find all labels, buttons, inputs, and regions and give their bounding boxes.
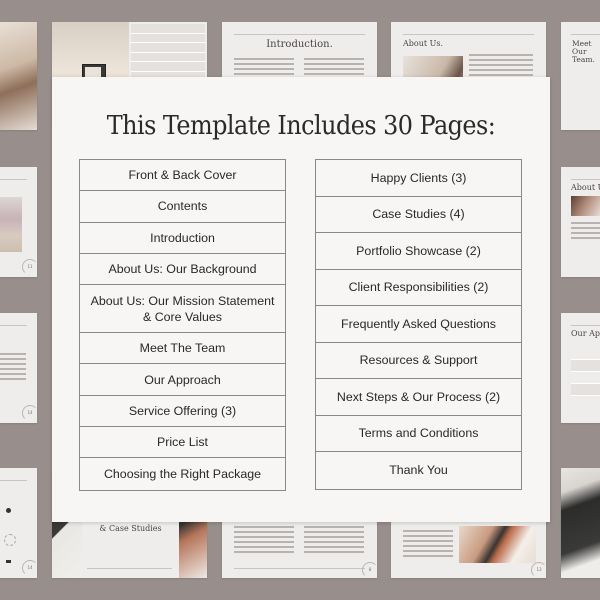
card-title: This Template Includes 30 Pages:	[106, 111, 496, 141]
thumb-title: About U	[571, 183, 600, 192]
thumb-right-4	[561, 468, 600, 578]
thumb-about-right: About U	[561, 167, 600, 277]
page-item: Resources & Support	[316, 343, 521, 379]
text-lines	[403, 530, 453, 560]
photo-glasses-notebook	[561, 468, 600, 578]
page-item: Our Approach	[80, 364, 285, 396]
page-item: Terms and Conditions	[316, 416, 521, 452]
page-number: 13	[531, 562, 546, 578]
page-item: Portfolio Showcase (2)	[316, 233, 521, 270]
divider	[0, 480, 27, 481]
thumb-cover-photo	[0, 22, 37, 130]
page-number: 8	[362, 562, 377, 578]
text-lines	[0, 353, 26, 383]
photo-hands	[571, 196, 600, 216]
page-item: Choosing the Right Package	[103, 467, 262, 482]
page-item: About Us: Our Mission Statement & Core V…	[80, 285, 285, 334]
page-item: Price List	[80, 427, 285, 459]
text-lines	[571, 222, 600, 242]
thumb-title: About Us.	[403, 39, 444, 48]
text-lines	[469, 54, 533, 79]
page-item: Happy Clients (3)	[316, 160, 521, 197]
page-item: Case Studies (4)	[316, 197, 521, 233]
photo-flatlay	[0, 197, 22, 252]
divider	[234, 34, 365, 35]
thumb-left-3: 14	[0, 313, 37, 423]
text-lines	[304, 526, 364, 556]
photo-women-working	[0, 22, 37, 130]
page-item: Thank You	[389, 463, 448, 478]
thumb-title: & Case Studies	[99, 524, 162, 533]
divider	[0, 179, 27, 180]
divider	[87, 568, 172, 569]
thumb-left-2: 11	[0, 167, 37, 277]
page-item: Meet The Team	[80, 333, 285, 365]
page-number: 11	[22, 259, 37, 275]
divider	[571, 325, 600, 326]
thumb-title: Our Ap	[571, 329, 600, 338]
thumb-title: Introduction.	[266, 39, 333, 50]
page-item: Next Steps & Our Process (2)	[316, 379, 521, 416]
page-item: Front & Back Cover	[80, 160, 285, 192]
text-lines	[234, 526, 294, 556]
page-item: Client Responsibilities (2)	[316, 270, 521, 306]
divider	[403, 34, 534, 35]
page-item: Contents	[80, 191, 285, 223]
thumb-approach: Our Ap	[561, 313, 600, 423]
photo-phone	[459, 526, 536, 563]
divider	[571, 179, 600, 180]
page-item: Frequently Asked Questions	[316, 306, 521, 343]
thumb-left-4: 14	[0, 468, 37, 578]
page-number: 14	[22, 560, 37, 576]
thumb-meet-team: Meet Our Team.	[561, 22, 600, 130]
page-item: About Us: Our Background	[80, 254, 285, 286]
mini-approach-list	[571, 348, 600, 396]
template-pages-card: This Template Includes 30 Pages: Front &…	[52, 77, 550, 522]
page-item: Service Offering (3)	[80, 396, 285, 428]
divider	[571, 34, 600, 35]
page-number: 14	[22, 405, 37, 421]
pages-list-right: Happy Clients (3) Case Studies (4) Portf…	[315, 159, 522, 490]
divider	[0, 325, 27, 326]
thumb-title: Meet Our Team.	[572, 39, 595, 64]
pages-list-left: Front & Back Cover Contents Introduction…	[79, 159, 286, 491]
page-item: Introduction	[80, 223, 285, 254]
divider	[234, 568, 365, 569]
